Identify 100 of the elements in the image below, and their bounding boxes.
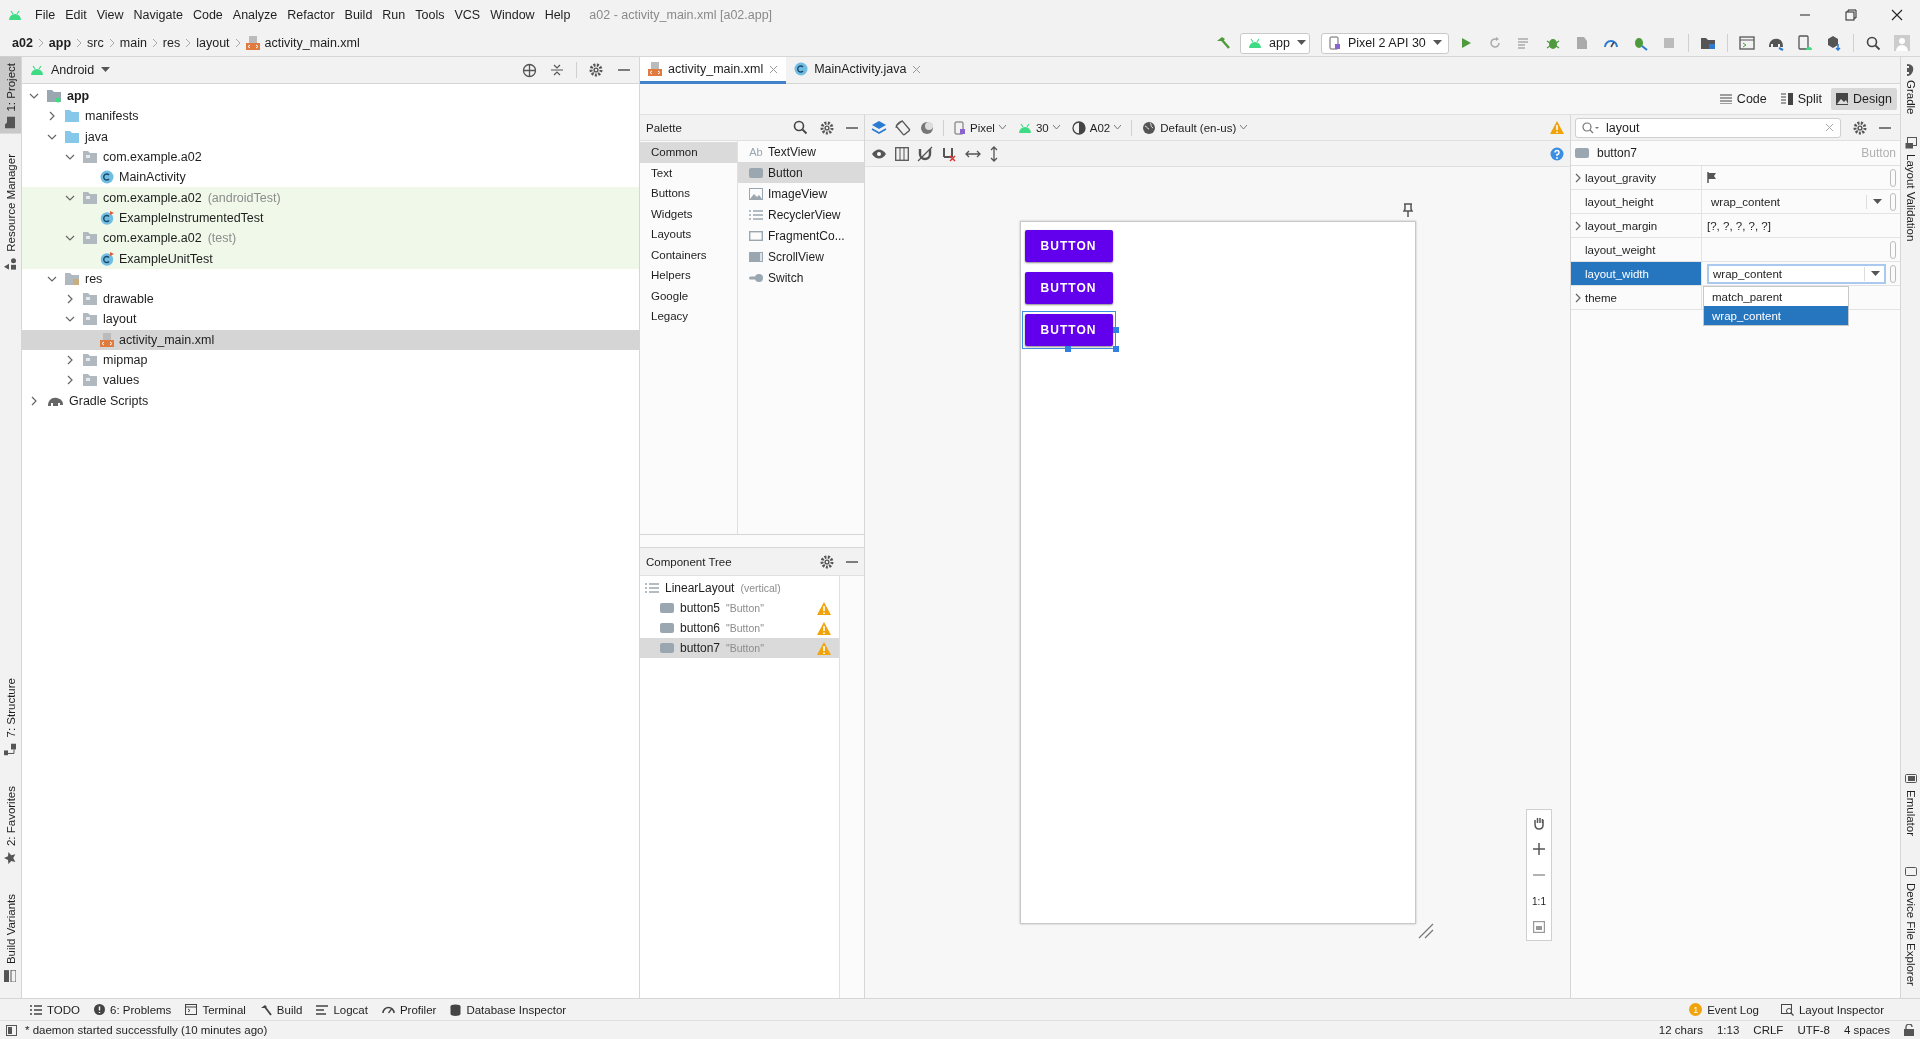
- palette-item[interactable]: RecyclerView: [738, 204, 864, 225]
- view-mode-button[interactable]: Split: [1775, 88, 1828, 110]
- breadcrumb-item[interactable]: src: [85, 36, 106, 50]
- search-button[interactable]: [793, 118, 808, 137]
- tree-item[interactable]: button6 "Button": [640, 618, 839, 638]
- palette-item[interactable]: FragmentCo...: [738, 225, 864, 246]
- tree-item[interactable]: res: [22, 268, 639, 289]
- tool-window-tab[interactable]: 2: Favorites: [0, 779, 21, 870]
- menu-item[interactable]: Run: [377, 0, 411, 30]
- resize-handle[interactable]: [1064, 346, 1071, 352]
- tool-window-tab[interactable]: 7: Structure: [0, 672, 21, 762]
- palette-category[interactable]: Layouts: [640, 224, 737, 245]
- actual-size-button[interactable]: 1:1: [1527, 888, 1551, 914]
- tree-item[interactable]: com.example.a02 (androidTest): [22, 187, 639, 208]
- close-icon[interactable]: [769, 64, 779, 74]
- breadcrumb-item[interactable]: main: [117, 36, 149, 50]
- device-dropdown[interactable]: Pixel: [952, 116, 1008, 139]
- view-mode-button[interactable]: Code: [1714, 88, 1772, 110]
- breadcrumb-item[interactable]: layout: [194, 36, 232, 50]
- status-item[interactable]: 12 chars: [1658, 1024, 1703, 1036]
- status-item[interactable]: 1:13: [1716, 1024, 1740, 1036]
- editor-tab[interactable]: MainActivity.java: [786, 57, 930, 84]
- tree-item[interactable]: manifests: [22, 106, 639, 127]
- menu-item[interactable]: View: [91, 0, 129, 30]
- menu-item[interactable]: VCS: [449, 0, 486, 30]
- tool-window-button[interactable]: Terminal: [185, 1003, 246, 1016]
- attribute-name[interactable]: layout_height: [1571, 190, 1702, 213]
- tool-window-tab[interactable]: 1: Project: [0, 57, 21, 134]
- warning-icon[interactable]: [817, 621, 831, 635]
- tree-item[interactable]: app: [22, 86, 639, 107]
- palette-item[interactable]: Ab TextView: [738, 141, 864, 162]
- settings-button[interactable]: [1853, 120, 1867, 135]
- tree-item[interactable]: Gradle Scripts: [22, 390, 639, 411]
- breadcrumb-item[interactable]: a02: [10, 36, 35, 50]
- menu-item[interactable]: Help: [539, 0, 576, 30]
- tree-item[interactable]: button7 "Button": [640, 638, 839, 658]
- breadcrumb-item[interactable]: app: [46, 36, 74, 50]
- attribute-name[interactable]: layout_width: [1571, 262, 1702, 285]
- palette-category[interactable]: Containers: [640, 244, 737, 265]
- menu-item[interactable]: Analyze: [227, 0, 283, 30]
- tool-window-button[interactable]: TODO: [30, 1003, 80, 1016]
- palette-category[interactable]: Text: [640, 162, 737, 183]
- status-item[interactable]: UTF-8: [1797, 1024, 1830, 1036]
- resize-handle[interactable]: [1112, 346, 1119, 352]
- locale-dropdown[interactable]: Default (en-us): [1140, 116, 1250, 139]
- tool-window-tab[interactable]: Build Variants: [0, 887, 21, 988]
- tool-window-button[interactable]: Profiler: [381, 1003, 437, 1016]
- tree-item[interactable]: button5 "Button": [640, 598, 839, 618]
- tool-windows-toggle[interactable]: [6, 1024, 17, 1036]
- device-dropdown[interactable]: Pixel 2 API 30: [1321, 32, 1449, 54]
- tree-item[interactable]: layout: [22, 309, 639, 330]
- tree-item[interactable]: activity_main.xml: [22, 329, 639, 350]
- palette-category[interactable]: Common: [640, 142, 737, 163]
- palette-item[interactable]: ScrollView: [738, 246, 864, 267]
- menu-item[interactable]: Tools: [410, 0, 450, 30]
- tool-window-tab[interactable]: Gradle: [1901, 61, 1920, 119]
- dropdown-option[interactable]: wrap_content: [1704, 306, 1848, 325]
- close-icon[interactable]: [912, 64, 922, 74]
- tree-item[interactable]: drawable: [22, 288, 639, 310]
- tool-window-tab[interactable]: Device File Explorer: [1901, 862, 1920, 990]
- menu-item[interactable]: Window: [485, 0, 540, 30]
- tree-item[interactable]: LinearLayout (vertical): [640, 578, 839, 598]
- view-mode-button[interactable]: Design: [1831, 88, 1897, 110]
- tree-item[interactable]: MainActivity: [22, 167, 639, 188]
- attribute-name[interactable]: theme: [1571, 286, 1702, 309]
- status-item[interactable]: 4 spaces: [1843, 1024, 1890, 1036]
- resize-handle-icon[interactable]: [1418, 923, 1434, 939]
- tree-item[interactable]: ExampleInstrumentedTest: [22, 207, 639, 229]
- pin-icon[interactable]: [1403, 203, 1413, 217]
- breadcrumb-item[interactable]: res: [160, 36, 183, 50]
- tool-window-tab[interactable]: Emulator: [1901, 769, 1920, 841]
- project-view-dropdown[interactable]: Android: [30, 63, 111, 77]
- menu-item[interactable]: Build: [339, 0, 378, 30]
- resize-handle[interactable]: [1112, 327, 1119, 333]
- palette-category[interactable]: Helpers: [640, 265, 737, 286]
- run-config-dropdown[interactable]: app: [1240, 32, 1310, 54]
- attribute-name[interactable]: layout_weight: [1571, 238, 1702, 261]
- palette-category[interactable]: Google: [640, 285, 737, 306]
- palette-item[interactable]: ImageView: [738, 183, 864, 204]
- dropdown-option[interactable]: match_parent: [1704, 287, 1848, 306]
- palette-item[interactable]: Button: [738, 162, 864, 183]
- tool-window-tab[interactable]: Layout Validation: [1901, 132, 1920, 245]
- clear-icon[interactable]: [1825, 123, 1834, 132]
- breadcrumb-item[interactable]: activity_main.xml: [243, 36, 362, 50]
- attribute-name[interactable]: layout_margin: [1571, 214, 1702, 237]
- menu-item[interactable]: Code: [187, 0, 228, 30]
- theme-dropdown[interactable]: A02: [1069, 116, 1124, 139]
- palette-category[interactable]: Legacy: [640, 306, 737, 327]
- menu-item[interactable]: File: [30, 0, 61, 30]
- menu-item[interactable]: Edit: [60, 0, 92, 30]
- warning-icon[interactable]: [817, 601, 831, 615]
- attribute-dropdown[interactable]: wrap_content: [1707, 263, 1886, 284]
- tool-window-tab[interactable]: Resource Manager: [0, 147, 21, 276]
- tree-item[interactable]: mipmap: [22, 349, 639, 371]
- tool-window-button[interactable]: Database Inspector: [450, 1003, 567, 1016]
- api-level-dropdown[interactable]: 30: [1015, 116, 1062, 139]
- attribute-value[interactable]: [?, ?, ?, ?, ?]: [1707, 219, 1771, 232]
- tool-window-button[interactable]: 1 Event Log: [1689, 1003, 1759, 1016]
- status-item[interactable]: CRLF: [1753, 1024, 1784, 1036]
- preview-button[interactable]: BUTTON: [1024, 314, 1113, 346]
